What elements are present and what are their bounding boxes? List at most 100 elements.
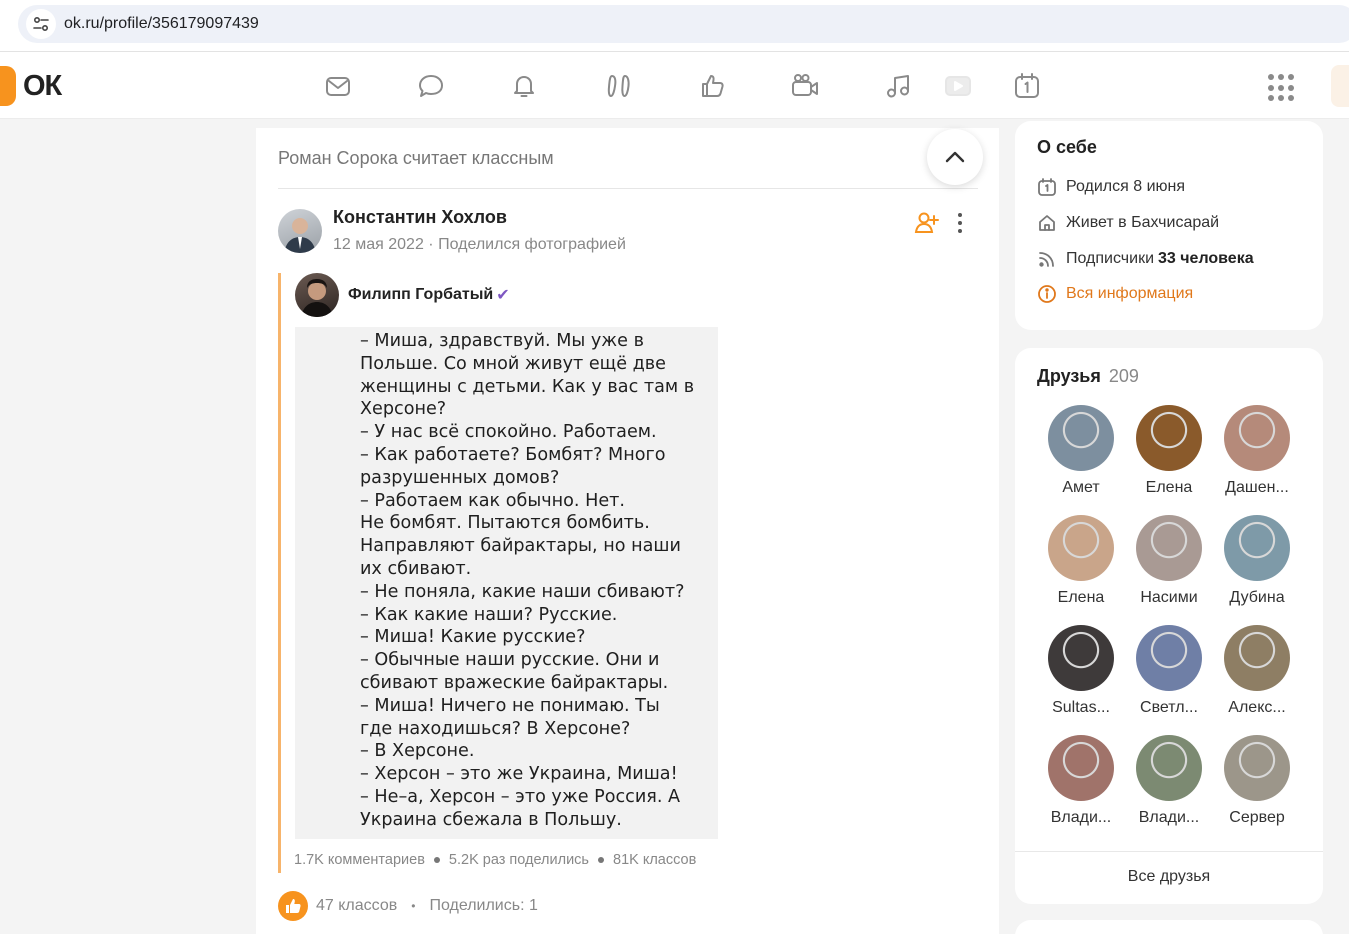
friend-avatar[interactable] — [1136, 625, 1202, 691]
friend-avatar[interactable] — [1224, 625, 1290, 691]
friend-name[interactable]: Дубина — [1214, 589, 1300, 607]
meta-separator: · — [428, 236, 439, 253]
add-friend-icon[interactable] — [914, 211, 940, 235]
friend-name[interactable]: Елена — [1038, 589, 1124, 607]
chevron-up-icon — [945, 151, 965, 163]
play-icon[interactable] — [939, 70, 975, 102]
shared-count[interactable]: Поделились: 1 — [429, 897, 537, 915]
ok-header: ОК — [0, 52, 1349, 119]
friend-avatar[interactable] — [1136, 515, 1202, 581]
friends-count: 209 — [1108, 366, 1139, 386]
friend-avatar[interactable] — [1136, 405, 1202, 471]
comments-count[interactable]: 1.7K комментариев — [294, 852, 425, 868]
ok-logo[interactable]: ОК — [0, 66, 62, 106]
chat-icon[interactable] — [415, 70, 447, 102]
all-friends-link[interactable]: Все друзья — [1015, 868, 1323, 886]
friend-name[interactable]: Светл... — [1126, 699, 1212, 717]
friend-avatar[interactable] — [1048, 405, 1114, 471]
repost-stats: 1.7K комментариев 5.2K раз поделились 81… — [294, 852, 696, 868]
friend-item[interactable]: Елена — [1038, 515, 1124, 607]
calendar-icon[interactable] — [1011, 70, 1043, 102]
verified-icon: ✔ — [496, 287, 510, 304]
friend-item[interactable]: Дашен... — [1214, 405, 1300, 497]
friend-avatar[interactable] — [1224, 735, 1290, 801]
next-card — [1015, 920, 1323, 934]
post-action: Поделился фотографией — [438, 236, 626, 253]
location-text[interactable]: Живет в Бахчисарай — [1066, 214, 1219, 232]
friend-avatar[interactable] — [1136, 735, 1202, 801]
mail-icon[interactable] — [322, 70, 354, 102]
repost-author-label: Филипп Горбатый — [348, 286, 494, 303]
activity-header[interactable]: Роман Сорока считает классным — [278, 148, 554, 169]
url-text[interactable]: ok.ru/profile/356179097439 — [64, 15, 259, 33]
home-icon — [1039, 215, 1055, 231]
rss-icon — [1039, 252, 1054, 267]
friend-avatar[interactable] — [1048, 515, 1114, 581]
friend-name[interactable]: Дашен... — [1214, 479, 1300, 497]
author-avatar[interactable] — [278, 209, 322, 253]
friend-item[interactable]: Амет — [1038, 405, 1124, 497]
friend-avatar[interactable] — [1048, 735, 1114, 801]
video-icon[interactable] — [789, 70, 821, 102]
calendar-icon — [1038, 178, 1056, 196]
friend-item[interactable]: Алекс... — [1214, 625, 1300, 717]
info-icon — [1038, 285, 1056, 303]
address-bar[interactable]: ok.ru/profile/356179097439 — [18, 5, 1349, 43]
friend-item[interactable]: Влади... — [1038, 735, 1124, 827]
feed-card: Роман Сорока считает классным Константин… — [256, 128, 999, 934]
thumbs-up-icon[interactable] — [278, 891, 308, 921]
post-photo[interactable]: – Миша, здравствуй. Мы уже в Польше. Со … — [295, 327, 718, 839]
friend-name[interactable]: Елена — [1126, 479, 1212, 497]
repost-author-avatar[interactable] — [295, 273, 339, 317]
more-options-icon[interactable] — [950, 211, 970, 235]
friends-title: Друзья — [1037, 366, 1101, 386]
friend-name[interactable]: Сервер — [1214, 809, 1300, 827]
friend-avatar[interactable] — [1224, 405, 1290, 471]
ok-logo-badge — [0, 66, 16, 106]
friend-name[interactable]: Влади... — [1038, 809, 1124, 827]
subscribers-row[interactable]: Подписчики 33 человека — [1037, 249, 1254, 269]
post-meta: 12 мая 2022 · Поделился фотографией — [333, 236, 626, 254]
apps-grid-icon[interactable] — [1268, 74, 1296, 102]
friends-icon[interactable] — [603, 70, 635, 102]
birthday-text: Родился 8 июня — [1066, 178, 1186, 195]
friend-name[interactable]: Алекс... — [1214, 699, 1300, 717]
post-reactions: 47 классов • Поделились: 1 — [278, 891, 538, 921]
birthday-row: Родился 8 июня — [1037, 177, 1185, 197]
ok-logo-text: ОК — [23, 69, 62, 102]
friend-item[interactable]: Светл... — [1126, 625, 1212, 717]
friend-item[interactable]: Дубина — [1214, 515, 1300, 607]
friend-avatar[interactable] — [1224, 515, 1290, 581]
klasses-count[interactable]: 81K классов — [613, 852, 696, 868]
friend-item[interactable]: Сервер — [1214, 735, 1300, 827]
author-name[interactable]: Константин Хохлов — [333, 207, 507, 228]
repost-line — [278, 273, 284, 873]
site-settings-icon[interactable] — [26, 9, 56, 39]
post-date[interactable]: 12 мая 2022 — [333, 236, 424, 253]
friend-avatar[interactable] — [1048, 625, 1114, 691]
browser-toolbar: ok.ru/profile/356179097439 — [0, 0, 1349, 52]
likes-count[interactable]: 47 классов — [316, 897, 397, 915]
collapse-button[interactable] — [927, 129, 983, 185]
friend-item[interactable]: Sultas... — [1038, 625, 1124, 717]
friend-item[interactable]: Влади... — [1126, 735, 1212, 827]
all-info-link[interactable]: Вся информация — [1037, 284, 1193, 304]
divider — [1015, 851, 1323, 852]
friend-name[interactable]: Амет — [1038, 479, 1124, 497]
friend-name[interactable]: Насими — [1126, 589, 1212, 607]
friend-name[interactable]: Влади... — [1126, 809, 1212, 827]
friends-card: Друзья 209 Амет Елена Дашен... Елена Насими Ду… — [1015, 348, 1323, 904]
friend-name[interactable]: Sultas... — [1038, 699, 1124, 717]
music-icon[interactable] — [883, 70, 915, 102]
all-info-text: Вся информация — [1066, 285, 1194, 302]
repost-author-name[interactable]: Филипп Горбатый ✔ — [348, 285, 510, 305]
bell-icon[interactable] — [508, 70, 540, 102]
shares-count[interactable]: 5.2K раз поделились — [449, 852, 589, 868]
like-icon[interactable] — [697, 70, 729, 102]
friend-item[interactable]: Насими — [1126, 515, 1212, 607]
friends-header[interactable]: Друзья 209 — [1037, 366, 1139, 387]
about-card: О себе Родился 8 июня Живет в Бахчисарай… — [1015, 121, 1323, 330]
stats-dot — [598, 857, 604, 863]
friend-item[interactable]: Елена — [1126, 405, 1212, 497]
profile-menu-button[interactable] — [1331, 65, 1349, 107]
